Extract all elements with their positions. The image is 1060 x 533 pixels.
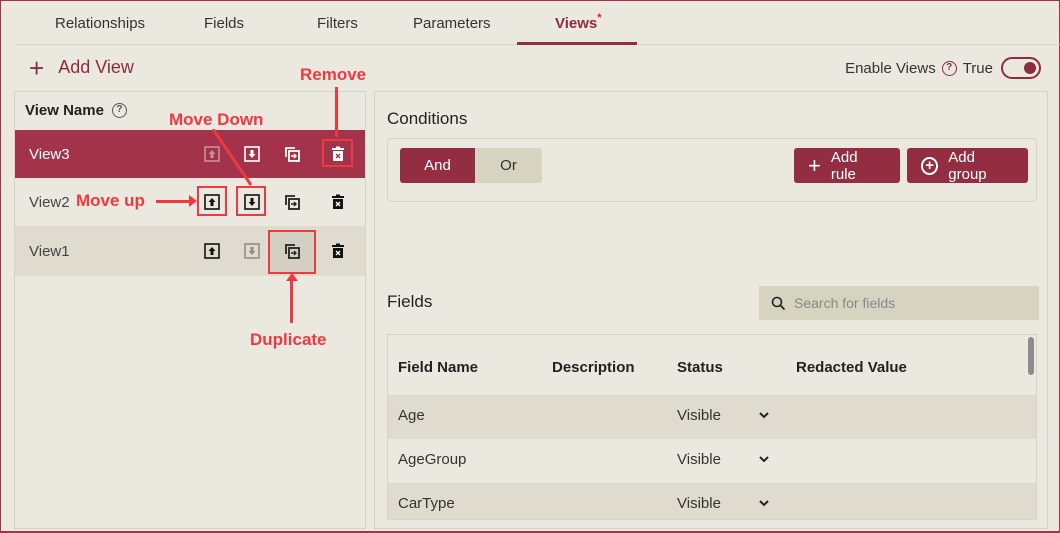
status-cell: Visible	[677, 407, 721, 424]
tab-relationships[interactable]: Relationships	[55, 15, 145, 32]
chevron-down-icon[interactable]	[758, 450, 770, 468]
tab-views[interactable]: Views*	[555, 12, 602, 32]
field-name-cell: Age	[398, 407, 425, 424]
duplicate-icon[interactable]	[281, 191, 303, 213]
view-details-panel: Conditions And Or + Add rule + Add group…	[374, 91, 1048, 529]
view-name: View1	[29, 242, 70, 260]
conditions-title: Conditions	[387, 109, 468, 128]
status-cell: Visible	[677, 451, 721, 468]
question-circle-icon[interactable]: ?	[941, 60, 957, 76]
view-list-panel: View Name ? View3 View2 View1	[14, 91, 366, 529]
status-cell: Visible	[677, 495, 721, 512]
logic-and-button[interactable]: And	[400, 148, 475, 183]
duplicate-icon[interactable]	[281, 143, 303, 165]
annotation-highlight	[268, 230, 316, 274]
view-name: View3	[29, 145, 70, 163]
enable-views-control: Enable Views ? True	[845, 57, 1041, 79]
question-circle-icon[interactable]: ?	[111, 103, 127, 118]
add-group-button[interactable]: + Add group	[907, 148, 1028, 183]
annotation-duplicate: Duplicate	[250, 330, 327, 349]
modified-marker: *	[597, 12, 602, 24]
field-search	[759, 286, 1039, 320]
chevron-down-icon[interactable]	[758, 406, 770, 424]
annotation-move-up: Move up	[76, 191, 145, 210]
annotation-arrow	[335, 87, 338, 137]
annotation-highlight	[197, 186, 227, 216]
views-editor: Relationships Fields Filters Parameters …	[0, 0, 1060, 533]
logic-toggle: And Or	[400, 148, 542, 183]
active-tab-indicator	[517, 42, 637, 45]
annotation-remove: Remove	[300, 65, 367, 84]
table-row: CarType Visible	[388, 483, 1036, 519]
move-down-icon[interactable]	[241, 240, 263, 262]
column-header-status[interactable]: Status	[677, 359, 723, 376]
search-icon	[771, 296, 786, 310]
add-group-label: Add group	[948, 148, 987, 183]
conditions-builder: And Or + Add rule + Add group	[387, 138, 1037, 202]
plus-icon: +	[808, 152, 821, 178]
delete-icon[interactable]	[327, 191, 349, 213]
move-up-icon[interactable]	[201, 240, 223, 262]
enable-views-value: True	[962, 59, 993, 77]
fields-table: Field Name Description Status Redacted V…	[387, 334, 1037, 520]
plus-icon: +	[29, 52, 45, 83]
add-view-label: Add View	[58, 57, 134, 77]
column-header-field-name[interactable]: Field Name	[398, 359, 478, 376]
annotation-highlight	[236, 186, 266, 216]
annotation-highlight	[322, 139, 353, 167]
tab-filters[interactable]: Filters	[317, 15, 358, 32]
field-name-cell: CarType	[398, 495, 455, 512]
add-rule-button[interactable]: + Add rule	[794, 148, 900, 183]
chevron-down-icon[interactable]	[758, 494, 770, 512]
tab-views-label: Views	[555, 15, 598, 32]
fields-title: Fields	[387, 292, 433, 311]
table-row: Age Visible	[388, 395, 1036, 439]
delete-icon[interactable]	[327, 240, 349, 262]
view-row-view3[interactable]: View3	[15, 130, 365, 178]
add-view-button[interactable]: + Add View	[29, 52, 134, 83]
field-search-input[interactable]	[794, 295, 1024, 311]
add-rule-label: Add rule	[830, 148, 858, 183]
annotation-move-down: Move Down	[169, 110, 264, 129]
circle-plus-icon: +	[921, 156, 939, 175]
view-name-header-label: View Name	[25, 102, 104, 119]
tab-bar: Relationships Fields Filters Parameters …	[15, 1, 1060, 45]
view-name-header: View Name ?	[25, 102, 127, 119]
field-name-cell: AgeGroup	[398, 451, 467, 468]
annotation-arrow	[290, 281, 293, 323]
table-row: AgeGroup Visible	[388, 439, 1036, 483]
view-name: View2	[29, 193, 70, 211]
logic-or-button[interactable]: Or	[475, 148, 542, 183]
tab-fields[interactable]: Fields	[204, 15, 244, 32]
tab-parameters[interactable]: Parameters	[413, 15, 491, 32]
toggle-knob	[1024, 62, 1036, 74]
column-header-description[interactable]: Description	[552, 359, 635, 376]
annotation-arrow	[156, 200, 192, 203]
column-header-redacted-value[interactable]: Redacted Value	[796, 359, 907, 376]
annotation-arrow	[211, 129, 253, 186]
enable-views-toggle[interactable]	[1001, 57, 1041, 79]
enable-views-label: Enable Views	[845, 59, 936, 77]
table-scrollbar[interactable]	[1028, 337, 1034, 375]
